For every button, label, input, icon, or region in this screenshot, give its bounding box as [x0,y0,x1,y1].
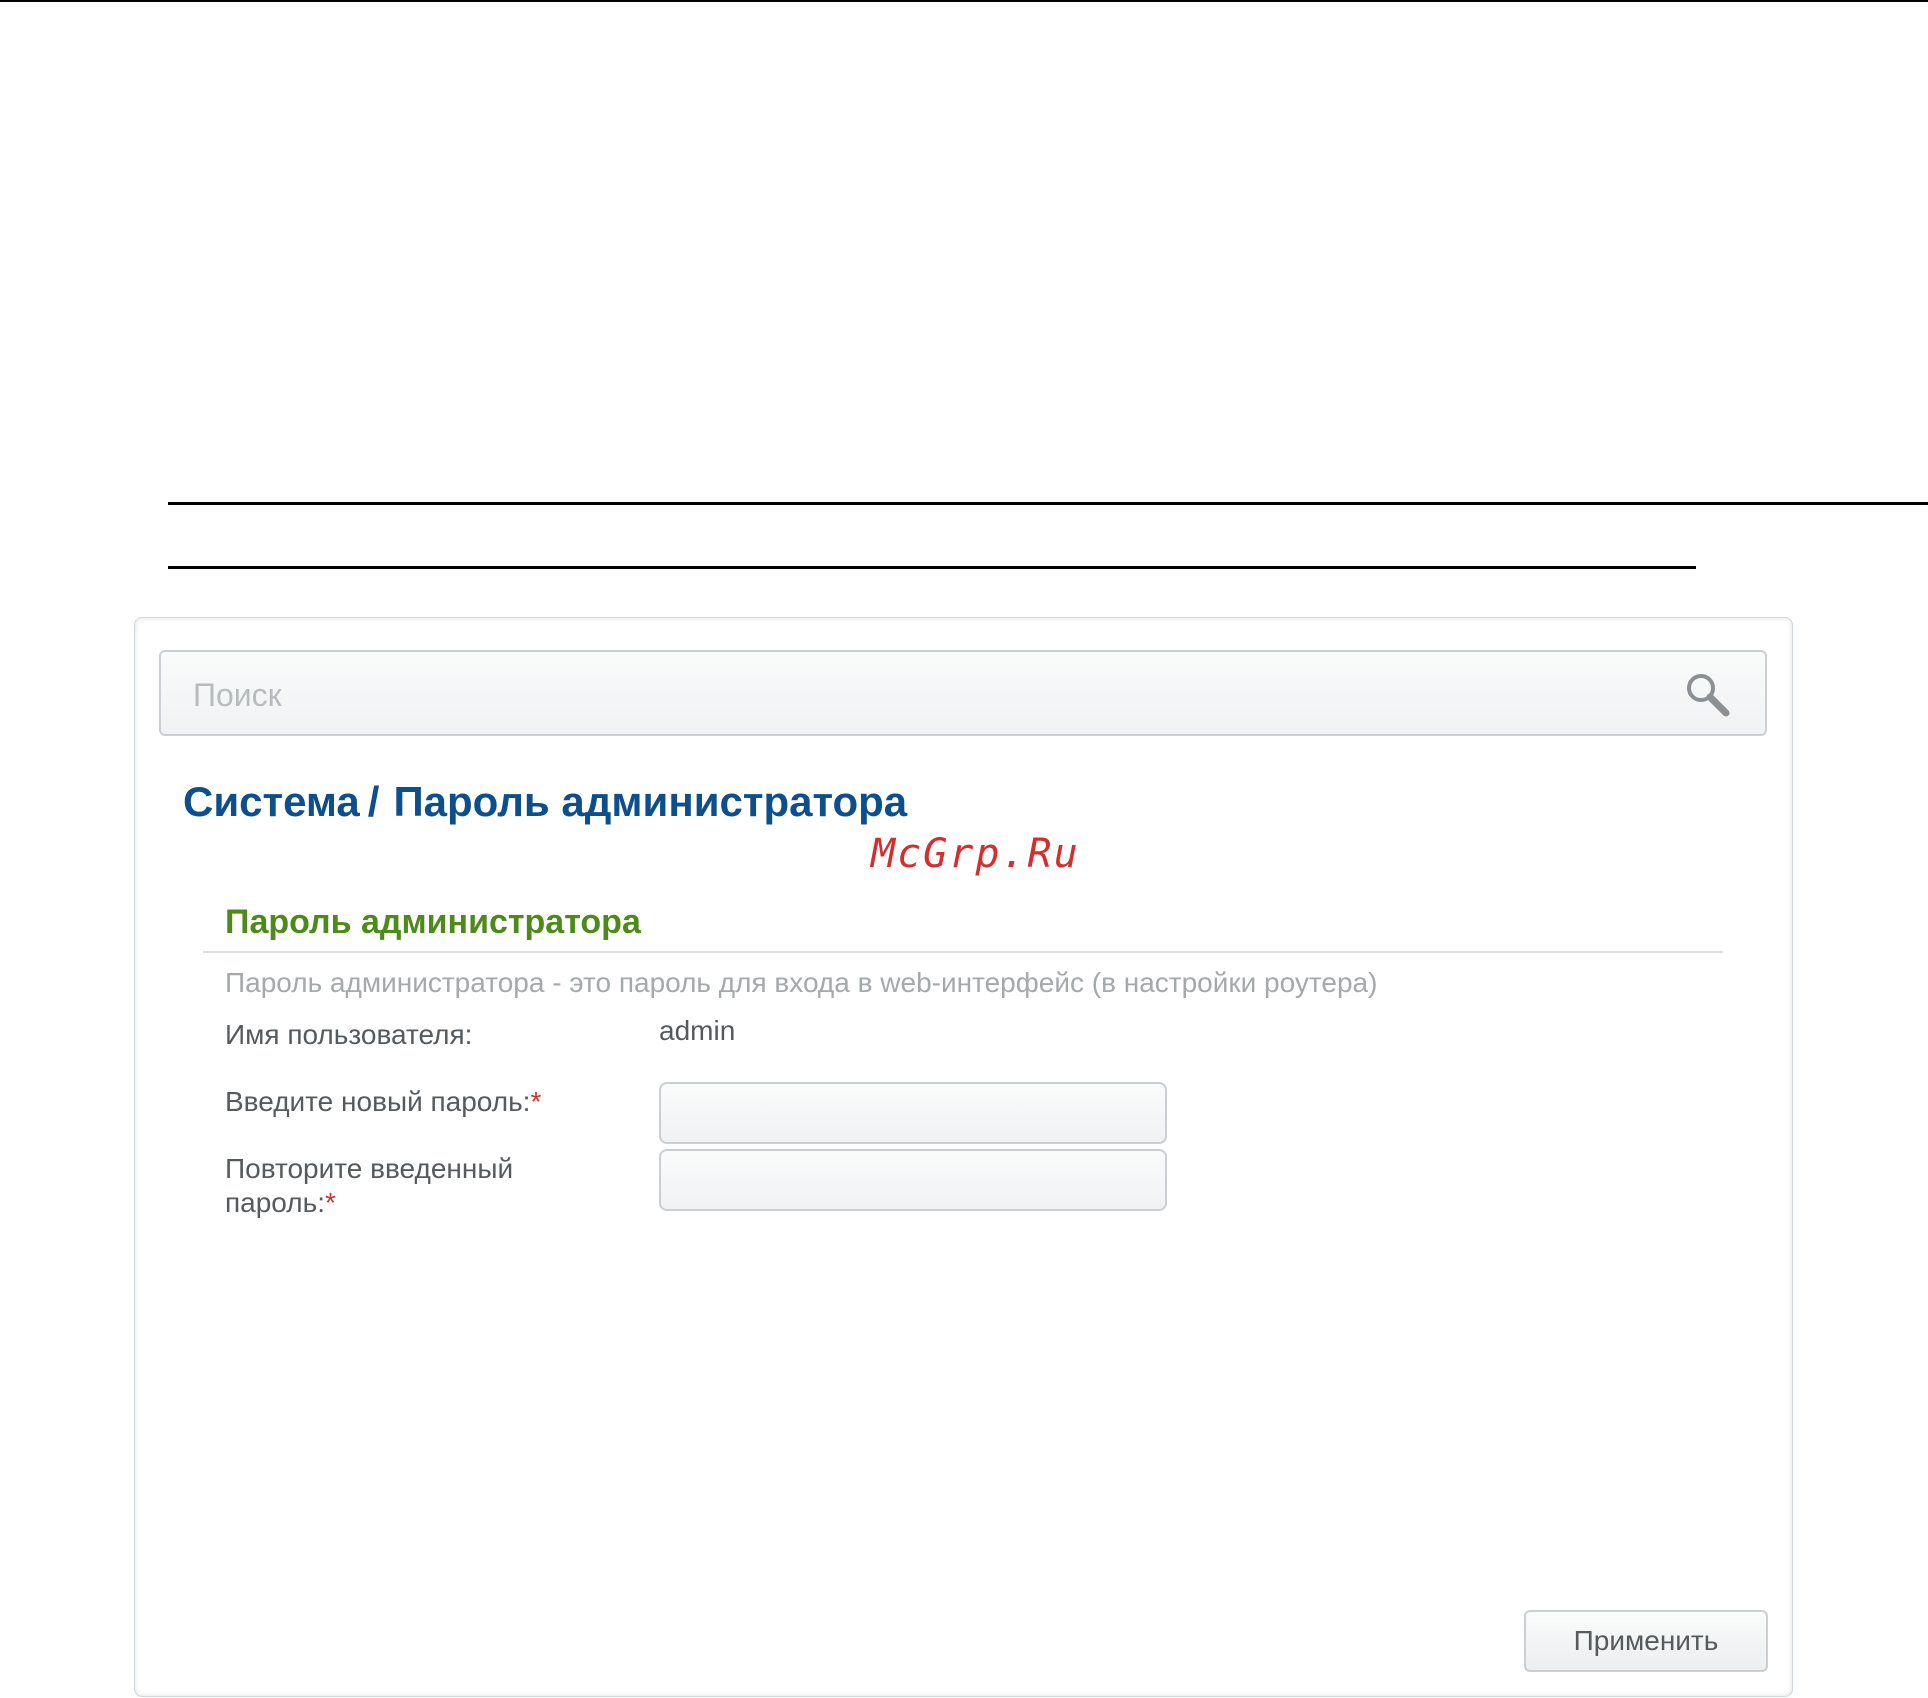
new-password-label-text: Введите новый пароль: [225,1086,531,1117]
repeat-password-label-line2: пароль: [225,1187,325,1218]
breadcrumb: Система / Пароль администратора [183,778,907,826]
search-icon[interactable] [1683,670,1733,720]
section-divider [203,951,1723,953]
router-settings-panel: Система/ Пароль администратора McGrp.Ru П… [134,617,1793,1697]
section-description: Пароль администратора - это пароль для в… [225,967,1378,998]
breadcrumb-section[interactable]: Система [183,778,360,825]
section-title: Пароль администратора [225,903,641,941]
required-marker: * [530,1086,542,1117]
repeat-password-label: Повторите введенный пароль:* [225,1152,513,1220]
new-password-label: Введите новый пароль:* [225,1085,541,1119]
search-bar [159,650,1767,736]
username-value: admin [659,1015,736,1046]
document-rule-upper [168,502,1928,505]
repeat-password-label-line2-wrap: пароль:* [225,1186,513,1220]
breadcrumb-separator: / [367,778,380,825]
apply-button[interactable]: Применить [1524,1610,1768,1672]
new-password-field[interactable] [659,1082,1167,1144]
document-rule-lower [168,566,1696,569]
username-label-text: Имя пользователя: [225,1019,473,1050]
page-title: Пароль администратора [393,778,908,825]
required-marker: * [324,1187,336,1218]
search-input[interactable] [191,666,1665,724]
page-top-rule [0,0,1928,2]
username-label: Имя пользователя: [225,1018,472,1052]
watermark-text: McGrp.Ru [871,831,1080,877]
repeat-password-label-line1: Повторите введенный [225,1153,514,1184]
repeat-password-field[interactable] [659,1149,1167,1211]
